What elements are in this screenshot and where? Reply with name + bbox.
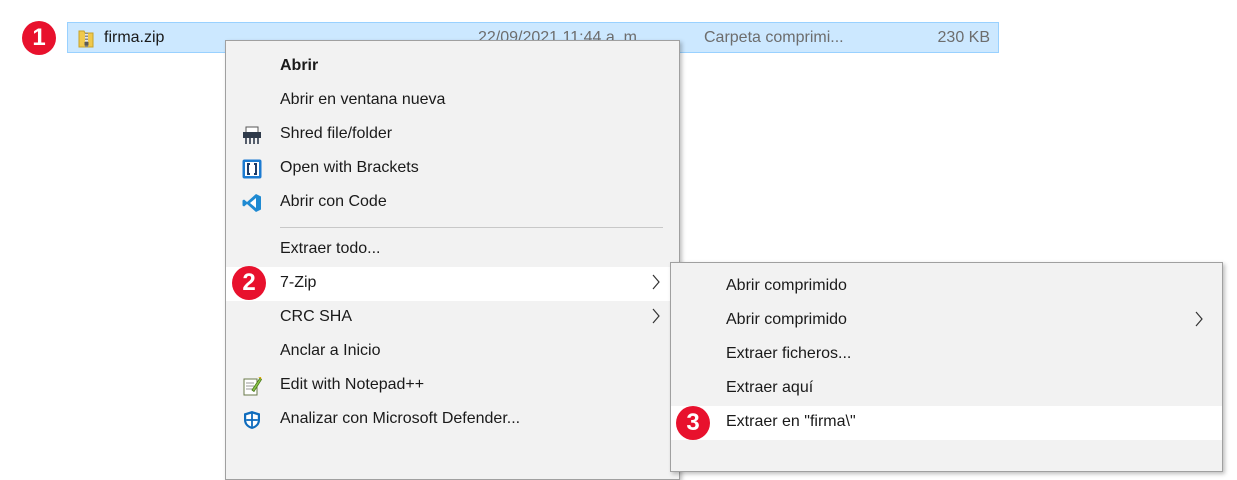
menu-item-abrir-ventana-nueva[interactable]: Abrir en ventana nueva [226,84,679,118]
defender-icon [244,411,260,429]
step-badge-1: 1 [22,21,56,55]
menu-item-label: Open with Brackets [280,159,419,176]
menu-item-edit-notepadpp[interactable]: Edit with Notepad++ [226,369,679,403]
menu-item-label: Shred file/folder [280,125,393,142]
chevron-right-icon [652,308,660,324]
menu-item-label: Abrir en ventana nueva [280,91,446,108]
menu-item-7zip[interactable]: 7-Zip [226,267,679,301]
brackets-icon [242,159,262,179]
menu-separator [280,227,663,228]
chevron-right-icon [1195,311,1203,327]
menu-item-label: Abrir comprimido [726,311,847,328]
submenu-7zip: Abrir comprimido Abrir comprimido Extrae… [670,262,1223,472]
menu-item-label: Extraer aquí [726,379,814,396]
menu-item-abrir[interactable]: Abrir [226,50,679,84]
step-badge-3: 3 [676,406,710,440]
submenu-item-abrir-comprimido-sub[interactable]: Abrir comprimido [671,304,1222,338]
menu-item-label: Extraer ficheros... [726,345,852,362]
submenu-item-abrir-comprimido[interactable]: Abrir comprimido [671,270,1222,304]
menu-item-shred[interactable]: Shred file/folder [226,118,679,152]
file-size: 230 KB [937,29,990,46]
menu-item-label: Abrir comprimido [726,277,847,294]
menu-item-label: 7-Zip [280,274,317,291]
file-name: firma.zip [104,29,165,46]
context-menu: Abrir Abrir en ventana nueva Shred file/… [225,40,680,480]
menu-item-label: Edit with Notepad++ [280,376,425,393]
menu-item-extraer-todo[interactable]: Extraer todo... [226,233,679,267]
menu-item-label: Extraer en "firma\" [726,413,856,430]
menu-item-label: Analizar con Microsoft Defender... [280,410,521,427]
menu-item-label: CRC SHA [280,308,353,325]
menu-item-crc-sha[interactable]: CRC SHA [226,301,679,335]
shredder-icon [243,126,261,144]
step-badge-2: 2 [232,266,266,300]
chevron-right-icon [652,274,660,290]
submenu-item-extraer-ficheros[interactable]: Extraer ficheros... [671,338,1222,372]
zip-folder-icon [78,30,94,48]
menu-item-analizar-defender[interactable]: Analizar con Microsoft Defender... [226,403,679,437]
menu-item-label: Abrir con Code [280,193,387,210]
menu-item-label: Abrir [280,57,319,74]
menu-item-abrir-con-code[interactable]: Abrir con Code [226,186,679,220]
menu-item-open-with-brackets[interactable]: Open with Brackets [226,152,679,186]
file-type: Carpeta comprimi... [704,29,844,46]
submenu-item-extraer-aqui[interactable]: Extraer aquí [671,372,1222,406]
menu-item-label: Extraer todo... [280,240,381,257]
vscode-icon [242,194,261,212]
submenu-item-extraer-en-firma[interactable]: Extraer en "firma\" [671,406,1222,440]
menu-item-anclar-inicio[interactable]: Anclar a Inicio [226,335,679,369]
notepadpp-icon [243,377,262,396]
menu-item-label: Anclar a Inicio [280,342,381,359]
